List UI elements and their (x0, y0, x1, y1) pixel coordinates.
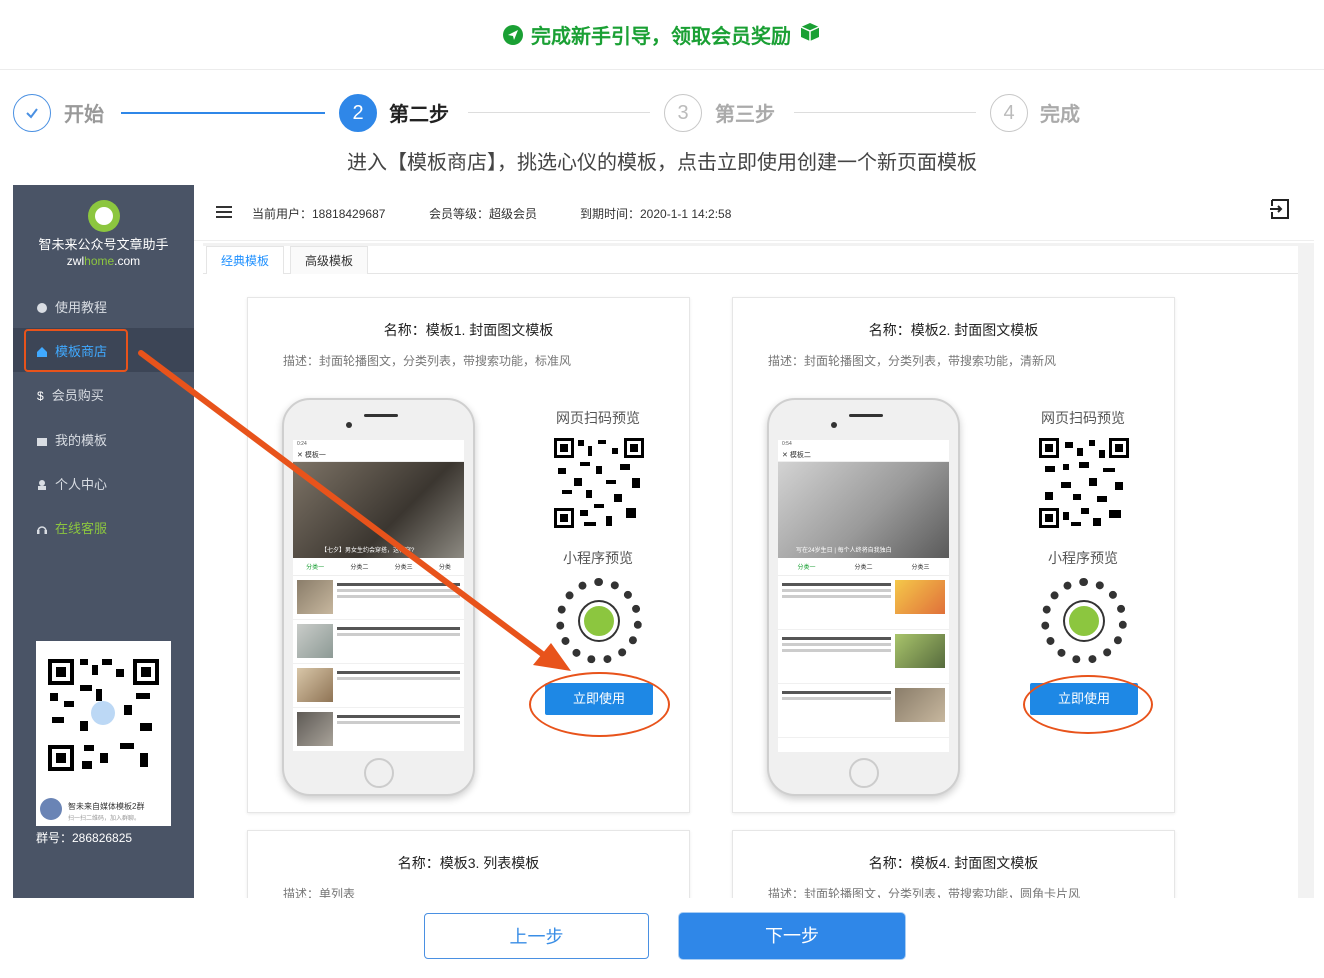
phone-preview: 0:24 ✕ 模板一 【七夕】男女生约会穿搭，这样穿? 分类一 分类二 分类三 分类 (282, 398, 475, 796)
main-area: 当前用户：18818429687 会员等级：超级会员 到期时间：2020-1-1… (194, 185, 1314, 898)
next-step-button[interactable]: 下一步 (679, 913, 905, 959)
step-2-label: 第二步 (389, 104, 449, 126)
template-description: 描述：单列表 (283, 887, 356, 898)
banner-title: 完成新手引导，领取会员奖励 (531, 26, 791, 48)
send-icon (503, 24, 523, 45)
annotation-ellipse (1023, 675, 1153, 734)
phone-screen: 0:54 ✕ 模板二 写在24岁生日 | 每个人终将自我独白 分类一 分类二 分类三 (778, 440, 949, 752)
tab-advanced-templates[interactable]: 高级模板 (290, 246, 369, 275)
sidebar-item-membership[interactable]: $ 会员购买 (13, 372, 194, 416)
dollar-icon: $ (37, 389, 44, 403)
scan-preview-label: 网页扫码预览 (556, 410, 640, 426)
template-card: 名称：模板3. 列表模板 描述：单列表 (247, 830, 690, 898)
step-instruction: 进入【模板商店】，挑选心仪的模板，点击立即使用创建一个新页面模板 (347, 152, 977, 174)
close-icon: ✕ (782, 452, 788, 459)
mini-program-preview-label: 小程序预览 (1048, 550, 1118, 566)
brand-domain: zwlhome.com (66, 254, 141, 268)
template-card: 名称：模板2. 封面图文模板 描述：封面轮播图文，分类列表，带搜索功能，清新风 … (732, 297, 1175, 813)
step-4-label: 完成 (1040, 104, 1080, 126)
logout-icon[interactable] (1268, 197, 1292, 221)
step-connector (121, 112, 325, 114)
group-number: 群号：286826825 (36, 831, 133, 845)
phone-home-button (364, 758, 394, 788)
template-description: 描述：封面轮播图文，分类列表，带搜索功能，标准风 (283, 354, 572, 368)
template-card: 名称：模板1. 封面图文模板 描述：封面轮播图文，分类列表，带搜索功能，标准风 … (247, 297, 690, 813)
sidebar-item-tutorial[interactable]: 使用教程 (13, 284, 194, 328)
brand-logo (88, 200, 120, 232)
step-4-number: 4 (990, 94, 1028, 132)
phone-home-button (849, 758, 879, 788)
sidebar-item-my-templates[interactable]: 我的模板 (13, 417, 194, 461)
sidebar: 智未来公众号文章助手 zwlhome.com 使用教程 模板商店 $ 会员购买 … (13, 185, 194, 898)
headset-icon (37, 522, 47, 534)
help-icon (37, 301, 47, 313)
step-1-check-icon (13, 94, 51, 132)
gift-box-icon (799, 21, 821, 48)
template-name: 名称：模板3. 列表模板 (397, 855, 540, 871)
template-name: 名称：模板2. 封面图文模板 (868, 322, 1039, 338)
web-preview-qr (1039, 438, 1129, 528)
hero-image: 【七夕】男女生约会穿搭，这样穿? (293, 462, 464, 558)
tab-classic-templates[interactable]: 经典模板 (206, 246, 285, 275)
close-icon: ✕ (297, 452, 303, 459)
current-user: 当前用户：18818429687 (252, 207, 386, 221)
content-area: 经典模板 高级模板 名称：模板1. 封面图文模板 描述：封面轮播图文，分类列表，… (203, 243, 1314, 898)
mini-program-preview-label: 小程序预览 (563, 550, 633, 566)
app-screenshot: 智未来公众号文章助手 zwlhome.com 使用教程 模板商店 $ 会员购买 … (13, 185, 1314, 898)
hero-image: 写在24岁生日 | 每个人终将自我独白 (778, 462, 949, 558)
sidebar-item-profile[interactable]: 个人中心 (13, 461, 194, 505)
step-connector (468, 112, 650, 113)
mini-program-code (1041, 578, 1127, 664)
template-list: 名称：模板1. 封面图文模板 描述：封面轮播图文，分类列表，带搜索功能，标准风 … (203, 274, 1298, 898)
step-3-label: 第三步 (715, 104, 775, 126)
group-name: 智未来自媒体模板2群 (68, 802, 145, 811)
folder-icon (37, 434, 47, 446)
mini-program-code (556, 578, 642, 664)
onboarding-banner: 完成新手引导，领取会员奖励 (0, 0, 1324, 70)
group-qr-code (46, 655, 161, 775)
step-connector (794, 112, 976, 113)
group-hint: 扫一扫二维码，加入群聊。 (68, 816, 141, 822)
phone-preview: 0:54 ✕ 模板二 写在24岁生日 | 每个人终将自我独白 分类一 分类二 分类三 (767, 398, 960, 796)
step-2-number: 2 (339, 94, 377, 132)
expire-time: 到期时间：2020-1-1 14:2:58 (580, 207, 732, 221)
group-avatar (40, 798, 62, 820)
category-bar: 分类一 分类二 分类三 (778, 558, 949, 576)
template-description: 描述：封面轮播图文，分类列表，带搜索功能，清新风 (768, 354, 1057, 368)
brand-name: 智未来公众号文章助手 (38, 237, 169, 252)
group-qr-card: 智未来自媒体模板2群 扫一扫二维码，加入群聊。 (36, 641, 171, 826)
app-header: 当前用户：18818429687 会员等级：超级会员 到期时间：2020-1-1… (194, 185, 1314, 241)
template-tabs: 经典模板 高级模板 (203, 246, 1298, 275)
annotation-highlight (24, 329, 128, 372)
previous-step-button[interactable]: 上一步 (424, 913, 649, 959)
annotation-ellipse (529, 672, 670, 737)
step-3-number: 3 (664, 94, 702, 132)
template-description: 描述：封面轮播图文，分类列表，带搜索功能，圆角卡片风 (768, 887, 1081, 898)
step-progress: 开始 2 第二步 3 第三步 4 完成 (0, 90, 1324, 134)
phone-screen: 0:24 ✕ 模板一 【七夕】男女生约会穿搭，这样穿? 分类一 分类二 分类三 分类 (293, 440, 464, 752)
sidebar-item-support[interactable]: 在线客服 (13, 505, 194, 549)
template-name: 名称：模板1. 封面图文模板 (383, 322, 554, 338)
user-icon (37, 478, 47, 490)
template-name: 名称：模板4. 封面图文模板 (868, 855, 1039, 871)
step-1-label: 开始 (64, 104, 104, 126)
menu-icon[interactable] (216, 206, 232, 220)
web-preview-qr (554, 438, 644, 528)
template-card: 名称：模板4. 封面图文模板 描述：封面轮播图文，分类列表，带搜索功能，圆角卡片… (732, 830, 1175, 898)
member-level: 会员等级：超级会员 (429, 207, 538, 221)
scan-preview-label: 网页扫码预览 (1041, 410, 1125, 426)
category-bar: 分类一 分类二 分类三 分类 (293, 558, 464, 576)
